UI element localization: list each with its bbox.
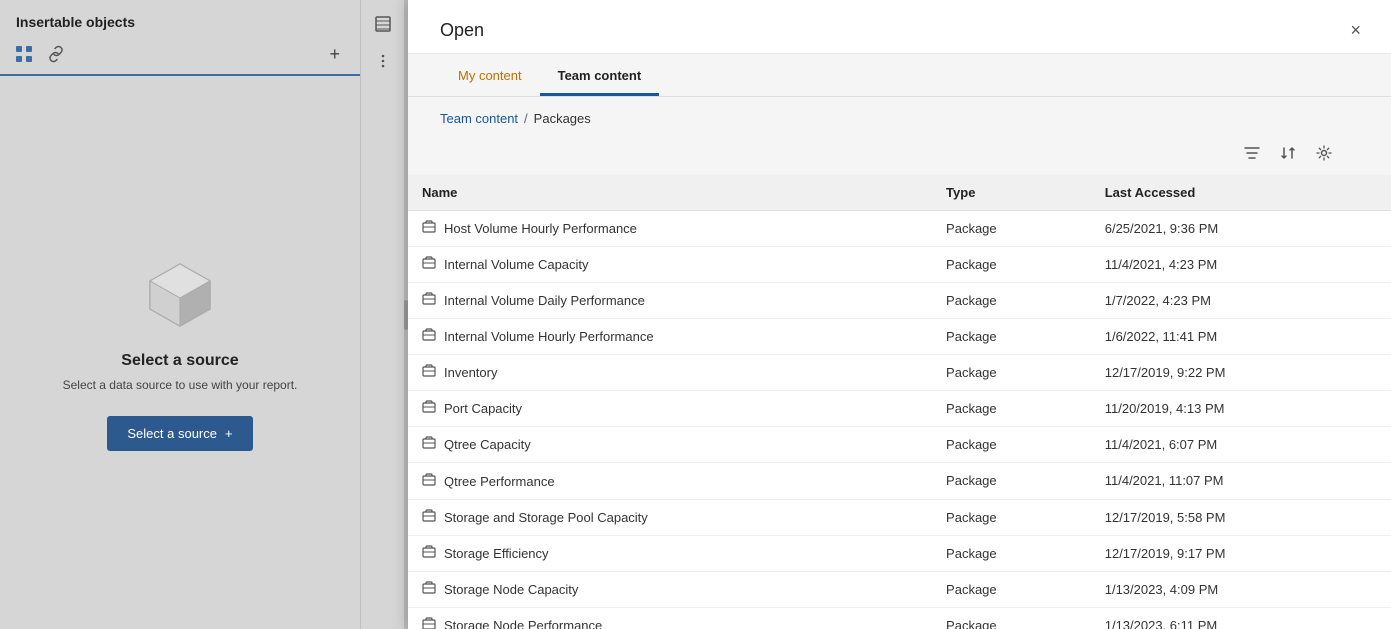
table-row[interactable]: Qtree PerformancePackage11/4/2021, 11:07… <box>408 463 1391 499</box>
cell-last-accessed: 1/7/2022, 4:23 PM <box>1091 283 1391 319</box>
toolbar-strip <box>360 0 404 629</box>
package-icon <box>422 328 436 345</box>
link-tab-icon[interactable] <box>40 38 72 70</box>
cell-name: Host Volume Hourly Performance <box>408 211 932 247</box>
table-row[interactable]: Host Volume Hourly PerformancePackage6/2… <box>408 211 1391 247</box>
cell-name: Inventory <box>408 355 932 391</box>
cell-type: Package <box>932 463 1091 499</box>
cell-last-accessed: 1/13/2023, 6:11 PM <box>1091 607 1391 629</box>
package-icon <box>422 220 436 237</box>
cell-name: Qtree Capacity <box>408 427 932 463</box>
table-row[interactable]: Internal Volume CapacityPackage11/4/2021… <box>408 247 1391 283</box>
cell-last-accessed: 12/17/2019, 5:58 PM <box>1091 499 1391 535</box>
package-icon <box>422 473 436 490</box>
table-row[interactable]: Internal Volume Daily PerformancePackage… <box>408 283 1391 319</box>
cube-graphic <box>140 254 220 334</box>
table-row[interactable]: InventoryPackage12/17/2019, 9:22 PM <box>408 355 1391 391</box>
table-view-button[interactable] <box>371 12 395 41</box>
table-row[interactable]: Port CapacityPackage11/20/2019, 4:13 PM <box>408 391 1391 427</box>
cell-name: Storage and Storage Pool Capacity <box>408 499 932 535</box>
cell-name: Port Capacity <box>408 391 932 427</box>
package-icon <box>422 617 436 629</box>
cell-type: Package <box>932 211 1091 247</box>
cell-type: Package <box>932 499 1091 535</box>
select-source-button[interactable]: Select a source + <box>107 416 252 451</box>
table-row[interactable]: Storage and Storage Pool CapacityPackage… <box>408 499 1391 535</box>
filter-button[interactable] <box>1239 142 1265 169</box>
table-row[interactable]: Internal Volume Hourly PerformancePackag… <box>408 319 1391 355</box>
cell-last-accessed: 11/20/2019, 4:13 PM <box>1091 391 1391 427</box>
tab-team-content[interactable]: Team content <box>540 54 660 96</box>
table-header-row: Name Type Last Accessed <box>408 175 1391 211</box>
package-icon <box>422 545 436 562</box>
package-icon <box>422 400 436 417</box>
package-icon <box>422 581 436 598</box>
table-row[interactable]: Storage Node CapacityPackage1/13/2023, 4… <box>408 571 1391 607</box>
cell-type: Package <box>932 247 1091 283</box>
breadcrumb-root-link[interactable]: Team content <box>440 111 518 126</box>
col-header-name: Name <box>408 175 932 211</box>
cell-type: Package <box>932 319 1091 355</box>
grid-tab-icon[interactable] <box>8 38 40 70</box>
cell-type: Package <box>932 283 1091 319</box>
cell-type: Package <box>932 535 1091 571</box>
cell-type: Package <box>932 571 1091 607</box>
packages-table-wrapper[interactable]: Name Type Last Accessed Host Volume Hour… <box>408 175 1391 629</box>
cell-type: Package <box>932 427 1091 463</box>
cell-last-accessed: 12/17/2019, 9:22 PM <box>1091 355 1391 391</box>
table-row[interactable]: Qtree CapacityPackage11/4/2021, 6:07 PM <box>408 427 1391 463</box>
sort-button[interactable] <box>1275 142 1301 169</box>
breadcrumb-current: Packages <box>534 111 591 126</box>
cell-name: Storage Node Performance <box>408 607 932 629</box>
dialog-table-toolbar <box>408 136 1391 175</box>
package-icon <box>422 256 436 273</box>
breadcrumb-separator: / <box>524 111 528 126</box>
package-icon <box>422 509 436 526</box>
package-icon <box>422 436 436 453</box>
table-row[interactable]: Storage EfficiencyPackage12/17/2019, 9:1… <box>408 535 1391 571</box>
cell-last-accessed: 1/13/2023, 4:09 PM <box>1091 571 1391 607</box>
dialog-header: Open × <box>408 0 1391 54</box>
cell-name: Storage Node Capacity <box>408 571 932 607</box>
cell-type: Package <box>932 607 1091 629</box>
open-dialog: Open × My content Team content Team cont… <box>408 0 1391 629</box>
left-panel: Insertable objects + Sele <box>0 0 360 629</box>
package-icon <box>422 292 436 309</box>
cell-last-accessed: 12/17/2019, 9:17 PM <box>1091 535 1391 571</box>
more-options-button[interactable] <box>371 49 395 78</box>
left-panel-title: Insertable objects <box>16 14 135 30</box>
add-button[interactable]: + <box>325 42 344 67</box>
cell-name: Internal Volume Daily Performance <box>408 283 932 319</box>
cell-last-accessed: 11/4/2021, 6:07 PM <box>1091 427 1391 463</box>
cell-name: Qtree Performance <box>408 463 932 499</box>
table-row[interactable]: Storage Node PerformancePackage1/13/2023… <box>408 607 1391 629</box>
col-header-last-accessed: Last Accessed <box>1091 175 1391 211</box>
cell-name: Storage Efficiency <box>408 535 932 571</box>
select-source-desc: Select a data source to use with your re… <box>63 378 298 392</box>
dialog-tabs: My content Team content <box>408 54 1391 97</box>
cell-last-accessed: 6/25/2021, 9:36 PM <box>1091 211 1391 247</box>
left-panel-header: Insertable objects <box>0 0 360 30</box>
tab-my-content[interactable]: My content <box>440 54 540 96</box>
cell-name: Internal Volume Hourly Performance <box>408 319 932 355</box>
package-icon <box>422 364 436 381</box>
packages-table: Name Type Last Accessed Host Volume Hour… <box>408 175 1391 629</box>
select-source-label: Select a source <box>127 426 217 441</box>
cell-last-accessed: 11/4/2021, 4:23 PM <box>1091 247 1391 283</box>
select-source-title: Select a source <box>121 352 238 370</box>
cell-name: Internal Volume Capacity <box>408 247 932 283</box>
col-header-type: Type <box>932 175 1091 211</box>
settings-button[interactable] <box>1311 142 1337 169</box>
cell-last-accessed: 11/4/2021, 11:07 PM <box>1091 463 1391 499</box>
dialog-title: Open <box>440 20 484 41</box>
breadcrumb: Team content / Packages <box>408 97 1391 136</box>
left-panel-content: Select a source Select a data source to … <box>0 76 360 629</box>
cell-type: Package <box>932 355 1091 391</box>
dialog-close-button[interactable]: × <box>1344 18 1367 43</box>
select-source-plus-icon: + <box>225 426 233 441</box>
cell-last-accessed: 1/6/2022, 11:41 PM <box>1091 319 1391 355</box>
cell-type: Package <box>932 391 1091 427</box>
left-panel-toolbar: + <box>0 30 360 76</box>
